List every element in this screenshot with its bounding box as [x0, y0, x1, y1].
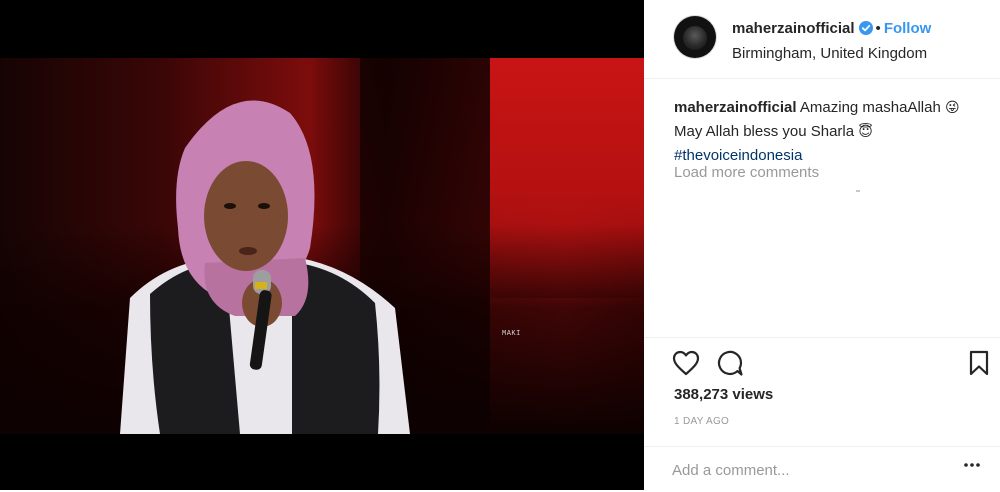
comment-bubble-icon[interactable] — [716, 349, 744, 377]
caption-username[interactable]: maherzainofficial — [674, 99, 797, 116]
comment-input[interactable] — [672, 458, 952, 482]
bookmark-icon[interactable] — [968, 350, 990, 376]
post-header: maherzainofficial • Follow Birmingham, Uni… — [644, 0, 1000, 79]
singer-figure — [120, 100, 410, 434]
caption-emoji-1: 😜 — [944, 100, 960, 116]
video-frame[interactable]: MAKI — [0, 58, 644, 434]
caption-text-line2: May Allah bless you Sharla — [674, 123, 855, 140]
caption-emoji-2: 😇 — [858, 124, 873, 140]
follow-button[interactable]: Follow — [884, 20, 932, 37]
view-count[interactable]: 388,273 views — [674, 386, 773, 403]
location-link[interactable]: Birmingham, United Kingdom — [732, 45, 927, 62]
video-corner-tag: MAKI — [502, 330, 521, 338]
caption-hashtag[interactable]: #thevoiceindonesia — [674, 147, 802, 164]
heart-icon[interactable] — [672, 350, 700, 376]
header-separator: • — [875, 20, 881, 37]
more-options-icon[interactable] — [964, 463, 980, 467]
scroll-indicator — [856, 190, 860, 192]
avatar[interactable] — [674, 16, 716, 58]
post-media[interactable]: MAKI — [0, 0, 644, 490]
caption: maherzainofficial Amazing mashaAllah 😜 M… — [674, 96, 974, 167]
caption-text-line1: Amazing mashaAllah — [799, 99, 941, 116]
header-username[interactable]: maherzainofficial — [732, 20, 855, 37]
post-timestamp[interactable]: 1 DAY AGO — [674, 416, 729, 427]
verified-badge-icon — [858, 21, 873, 35]
post-actions-section: 388,273 views 1 DAY AGO — [644, 337, 1000, 491]
add-comment-section — [644, 446, 1000, 492]
avatar-photo — [683, 26, 707, 50]
post-side-panel: maherzainofficial • Follow Birmingham, Uni… — [644, 0, 1000, 490]
load-more-comments-button[interactable]: Load more comments — [674, 164, 819, 181]
header-user-row: maherzainofficial • Follow — [732, 20, 931, 38]
